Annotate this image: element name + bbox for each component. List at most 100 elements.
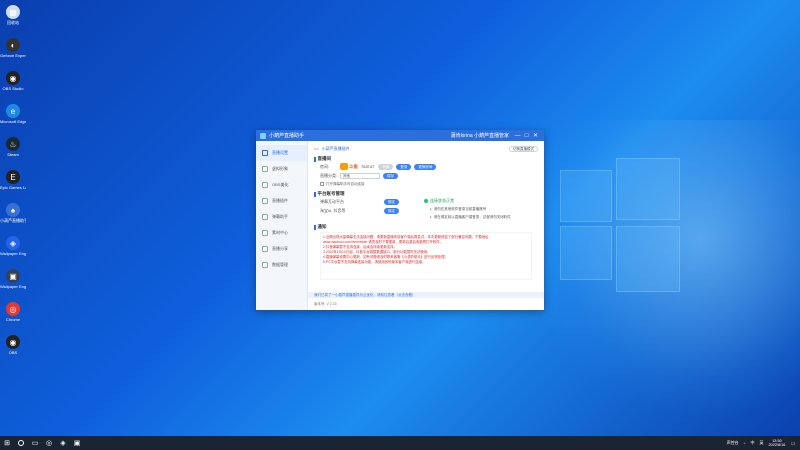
platform-label: 房间:	[320, 163, 330, 169]
taskbar-app-edge[interactable]: ◎	[42, 436, 56, 450]
desktop-icon-label: Chrome	[5, 317, 21, 322]
clock[interactable]: 13:50 2022/8/16	[769, 439, 786, 448]
sidebar-item-label: OBS美化	[272, 182, 289, 187]
desktop-icon[interactable]: ◉ OBS Studio	[0, 68, 26, 101]
status-ok-icon	[424, 199, 428, 203]
section-title-notice: 通知	[314, 224, 538, 230]
sidebar-item[interactable]: 直播设置	[256, 145, 307, 161]
sidebar-item[interactable]: 直播插件	[256, 193, 307, 209]
desktop-icon[interactable]: EEpic Games Launcher	[0, 167, 26, 200]
sidebar-item[interactable]: 弹幕助手	[256, 209, 307, 225]
window-logo-pane-br	[616, 226, 680, 292]
sidebar-item[interactable]: OBS美化	[256, 177, 307, 193]
maximize-icon[interactable]: □	[522, 133, 531, 139]
desktop-icon[interactable]: ◐Geforce Experience	[0, 35, 26, 68]
notification-icon[interactable]: ☐	[791, 441, 795, 446]
desktop-icon[interactable]: ◉ OBS	[0, 332, 26, 365]
auto-connect-checkbox[interactable]	[320, 182, 324, 186]
room-row: 房间: 斗鱼 763747 切换 登录 更换房间	[320, 162, 538, 171]
sidebar-item[interactable]: 虚拟形象	[256, 161, 307, 177]
sidebar-item[interactable]: 素材中心	[256, 225, 307, 241]
desktop-app-icon: ◉	[6, 71, 20, 85]
minimize-icon[interactable]: —	[513, 133, 522, 139]
desktop-icon-label: OBS Studio	[2, 86, 24, 91]
save-button[interactable]: 保存	[383, 172, 398, 179]
desktop-icon-label: 小葫芦直播助手	[0, 218, 26, 223]
desktop-icon[interactable]: ▣Wallpaper Engine 2	[0, 266, 26, 299]
sidebar-item-icon	[262, 230, 268, 236]
ime-en-icon[interactable]: 英	[760, 440, 764, 446]
title-bar[interactable]: 小葫芦直播助手 蒲肯kirina 小葫芦直播管家 — □ ✕	[256, 130, 544, 141]
change-platform-button[interactable]: 切换	[378, 163, 394, 170]
notice-line: 5.PC平台暂不支持弹幕连接功能，请使用其他版本客户端进行连接。	[323, 260, 426, 264]
platform-row-2-label: 淘宝id, 抖音等	[320, 207, 346, 213]
sidebar-item-icon	[262, 246, 268, 252]
sidebar-item[interactable]: 数据管理	[256, 257, 307, 273]
desktop-icon[interactable]: ▦ 回收站	[0, 2, 26, 35]
desktop-icon-label: OBS	[8, 350, 18, 355]
sidebar-item-label: 素材中心	[272, 230, 288, 235]
main-panel: << 小葫芦直播插件 切换直播模式 直播间 房间: 斗鱼 763747 切换 登…	[308, 141, 544, 310]
sidebar-item-icon	[262, 198, 268, 204]
desktop-app-icon: ◎	[6, 302, 20, 316]
category-row: 直播分类: 其他 保存	[320, 171, 538, 180]
notice-box[interactable]: 1.近期出现大量弹幕无法连接问题，请更新直播伴侣客户端后再尝试，本次更新修复了部…	[320, 232, 532, 280]
desktop-app-icon: ◐	[6, 38, 20, 52]
tip-bar[interactable]: 我们已将了一小葫芦直播插件为云优化，请前往查看（点击查看）	[308, 292, 544, 298]
tip-bullet-2: 请在绑定前以直播客户端登录，过程请勿关闭软件	[430, 213, 538, 221]
desktop-icon-label: Wallpaper Engine	[0, 251, 26, 256]
change-room-button[interactable]: 更换房间	[414, 163, 437, 170]
platform-logo-text: 斗鱼	[349, 163, 358, 169]
category-select[interactable]: 其他	[340, 172, 380, 179]
desktop-icon[interactable]: ◎ Chrome	[0, 299, 26, 332]
auto-connect-row: 打开弹幕助手时自动连接	[320, 180, 538, 188]
sidebar-item[interactable]: 直播分享	[256, 241, 307, 257]
desktop-icon[interactable]: ♠ 小葫芦直播助手	[0, 200, 26, 233]
tip-bullet-1: 请勿在其他软件登录当前直播账号	[430, 205, 538, 213]
taskbar-app-3[interactable]: ◈	[56, 436, 70, 450]
close-icon[interactable]: ✕	[531, 132, 540, 139]
desktop-icon[interactable]: ◈Wallpaper Engine	[0, 233, 26, 266]
window-logo-pane-bl	[560, 226, 612, 280]
auto-connect-label: 打开弹幕助手时自动连接	[326, 181, 365, 186]
platform-logo: 斗鱼	[340, 163, 358, 170]
desktop-icon[interactable]: ♨ Steam	[0, 134, 26, 167]
category-label: 直播分类:	[320, 172, 338, 178]
sidebar: 直播设置虚拟形象 OBS美化直播插件弹幕助手素材中心直播分享 数据管理	[256, 141, 308, 310]
douyu-logo-icon	[340, 163, 348, 170]
start-button[interactable]: ⊞	[0, 436, 14, 450]
desktop-icon-label: Geforce Experience	[0, 53, 26, 58]
desktop-icon[interactable]: e Microsoft Edge	[0, 101, 26, 134]
desktop-app-icon: ◉	[6, 335, 20, 349]
ime-zh-icon[interactable]: 中	[751, 440, 755, 446]
sidebar-item-icon	[262, 182, 268, 188]
desktop-app-icon: ◈	[6, 236, 20, 250]
desktop-app-icon: ▦	[6, 5, 20, 19]
login-button[interactable]: 登录	[396, 163, 412, 170]
desktop-icon-label: Epic Games Launcher	[0, 185, 26, 190]
bind-button-1[interactable]: 绑定	[384, 198, 399, 205]
tray-label[interactable]: 声控台	[727, 440, 739, 446]
system-tray: 声控台 ^ 中 英 13:50 2022/8/16 ☐	[727, 439, 800, 448]
top-bar: << 小葫芦直播插件 切换直播模式	[314, 144, 538, 153]
sidebar-item-icon	[262, 262, 268, 268]
sidebar-item-label: 虚拟形象	[272, 166, 288, 171]
desktop-icon-label: Microsoft Edge	[0, 119, 26, 124]
taskbar-app-1[interactable]: ▭	[28, 436, 42, 450]
search-icon[interactable]	[14, 436, 28, 450]
tray-chevron-icon[interactable]: ^	[744, 441, 746, 446]
platform-row-2: 淘宝id, 抖音等 绑定	[320, 206, 420, 215]
window-title: 小葫芦直播助手	[269, 133, 305, 139]
switch-mode-button[interactable]: 切换直播模式	[509, 145, 538, 152]
room-id: 763747	[361, 164, 375, 169]
sidebar-item-icon	[262, 150, 268, 156]
sidebar-item-label: 直播插件	[272, 198, 288, 203]
platform-row-1-label: 弹幕互动平台	[320, 198, 344, 204]
bind-button-2[interactable]: 绑定	[384, 207, 399, 214]
connection-status: 连接状态正常	[424, 197, 538, 205]
back-button[interactable]: <<	[314, 146, 319, 151]
user-name[interactable]: 蒲肯kirina 小葫芦直播管家	[451, 132, 509, 139]
window-logo-pane-tr	[616, 158, 680, 220]
platform-row-1: 弹幕互动平台 绑定	[320, 197, 420, 206]
taskbar-app-4[interactable]: ▣	[70, 436, 84, 450]
